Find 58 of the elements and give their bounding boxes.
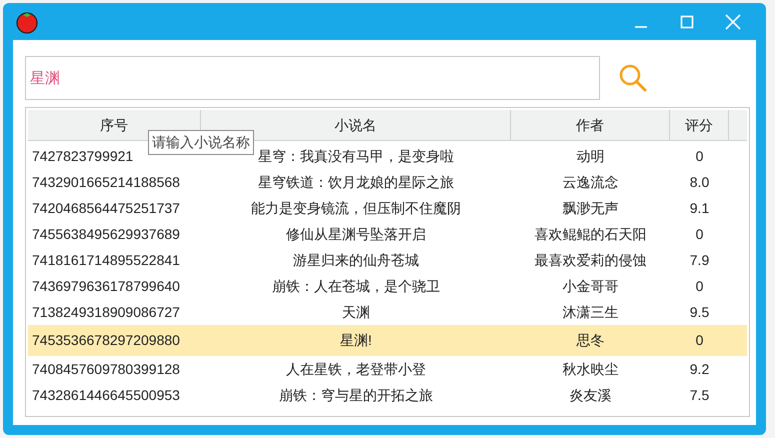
table-cell-text: 9.5 <box>688 302 710 322</box>
table-cell-text: 小金哥哥 <box>562 276 620 296</box>
table-row[interactable]: 7418161714895522841 游星归来的仙舟苍城 最喜欢爱莉的侵蚀 7.9 <box>28 247 747 273</box>
table-cell-text: 0 <box>694 331 704 350</box>
table-row[interactable]: 7453536678297209880 星渊! 思冬 0 <box>28 325 747 356</box>
table-cell-text: 7420468564475251737 <box>31 198 181 218</box>
table-cell-text: 思冬 <box>576 331 606 350</box>
table-cell-text: 0 <box>694 146 704 166</box>
table-cell-text: 崩铁：人在苍城，是个骁卫 <box>271 276 441 296</box>
table-cell-text: 9.2 <box>688 360 710 378</box>
table-cell-text: 7.5 <box>688 386 710 404</box>
table-cell-text: 7.9 <box>688 250 710 270</box>
table-cell-text: 人在星铁，老登带小登 <box>285 360 427 378</box>
table-cell-text: 7138249318909086727 <box>31 302 181 322</box>
table-cell-text: 能力是变身镜流，但压制不住魔阴 <box>250 198 462 218</box>
table-cell-text: 天渊 <box>341 302 371 322</box>
table-cell-text: 修仙从星渊号坠落开启 <box>285 224 427 244</box>
table-cell-text: 星渊! <box>339 331 373 350</box>
table-cell-text: 喜欢鲲鲲的石天阳 <box>534 224 648 244</box>
table-cell-text: 最喜欢爱莉的侵蚀 <box>534 250 648 270</box>
table-cell-text: 8.0 <box>688 172 710 192</box>
table-cell-text: 星穹：我真没有马甲，是变身啦 <box>257 146 455 166</box>
table-cell-text: 炎友溪 <box>568 386 612 404</box>
table-cell-text: 崩铁：穹与星的开拓之旅 <box>278 386 434 404</box>
table-row[interactable]: 7436979636178799640 崩铁：人在苍城，是个骁卫 小金哥哥 0 <box>28 273 747 299</box>
table-cell-text: 7418161714895522841 <box>31 250 181 270</box>
search-field[interactable]: 星渊 <box>25 56 600 100</box>
table-cell-text: 7455638495629937689 <box>31 224 181 244</box>
table-cell-text: 7432901665214188568 <box>31 172 181 192</box>
close-icon <box>725 14 741 30</box>
table-row[interactable]: 7420468564475251737 能力是变身镜流，但压制不住魔阴 飘渺无声 9.1 <box>28 195 747 221</box>
table-row[interactable]: 7455638495629937689 修仙从星渊号坠落开启 喜欢鲲鲲的石天阳 0 <box>28 221 747 247</box>
table-cell-text: 7453536678297209880 <box>31 331 181 350</box>
table-row[interactable]: 7138249318909086727 天渊 沐潇三生 9.5 <box>28 299 747 325</box>
tooltip: 请输入小说名称 <box>148 130 254 155</box>
table-cell-text: 动明 <box>576 146 606 166</box>
table-cell-text: 0 <box>694 224 704 244</box>
search-icon <box>618 63 648 93</box>
column-header[interactable]: 评分 <box>670 110 729 140</box>
table-cell-text: 0 <box>694 276 704 296</box>
table-cell-text: 秋水映尘 <box>562 360 620 378</box>
table-cell-text: 星穹铁道：饮月龙娘的星际之旅 <box>257 172 455 192</box>
column-header[interactable]: 作者 <box>511 110 670 140</box>
table-cell-text: 7436979636178799640 <box>31 276 181 296</box>
table-row[interactable]: 7432861446645500953 崩铁：穹与星的开拓之旅 炎友溪 7.5 <box>28 382 747 408</box>
table-cell-text: 7408457609780399128 <box>31 360 181 378</box>
maximize-icon <box>680 14 694 28</box>
table-row[interactable]: 7432901665214188568 星穹铁道：饮月龙娘的星际之旅 云逸流念 8.0 <box>28 169 747 195</box>
table-cell-text: 飘渺无声 <box>562 198 620 218</box>
table-row[interactable]: 7408457609780399128 人在星铁，老登带小登 秋水映尘 9.2 <box>28 356 747 382</box>
table-cell-text: 7427823799921 <box>31 146 134 166</box>
tomato-icon <box>15 10 39 34</box>
minimize-icon <box>635 26 647 28</box>
table-cell-text: 9.1 <box>688 198 710 218</box>
table-cell-text: 沐潇三生 <box>562 302 620 322</box>
table-cell-text: 游星归来的仙舟苍城 <box>292 250 420 270</box>
table-cell-text: 7432861446645500953 <box>31 386 181 404</box>
table-cell-text: 云逸流念 <box>562 172 620 192</box>
